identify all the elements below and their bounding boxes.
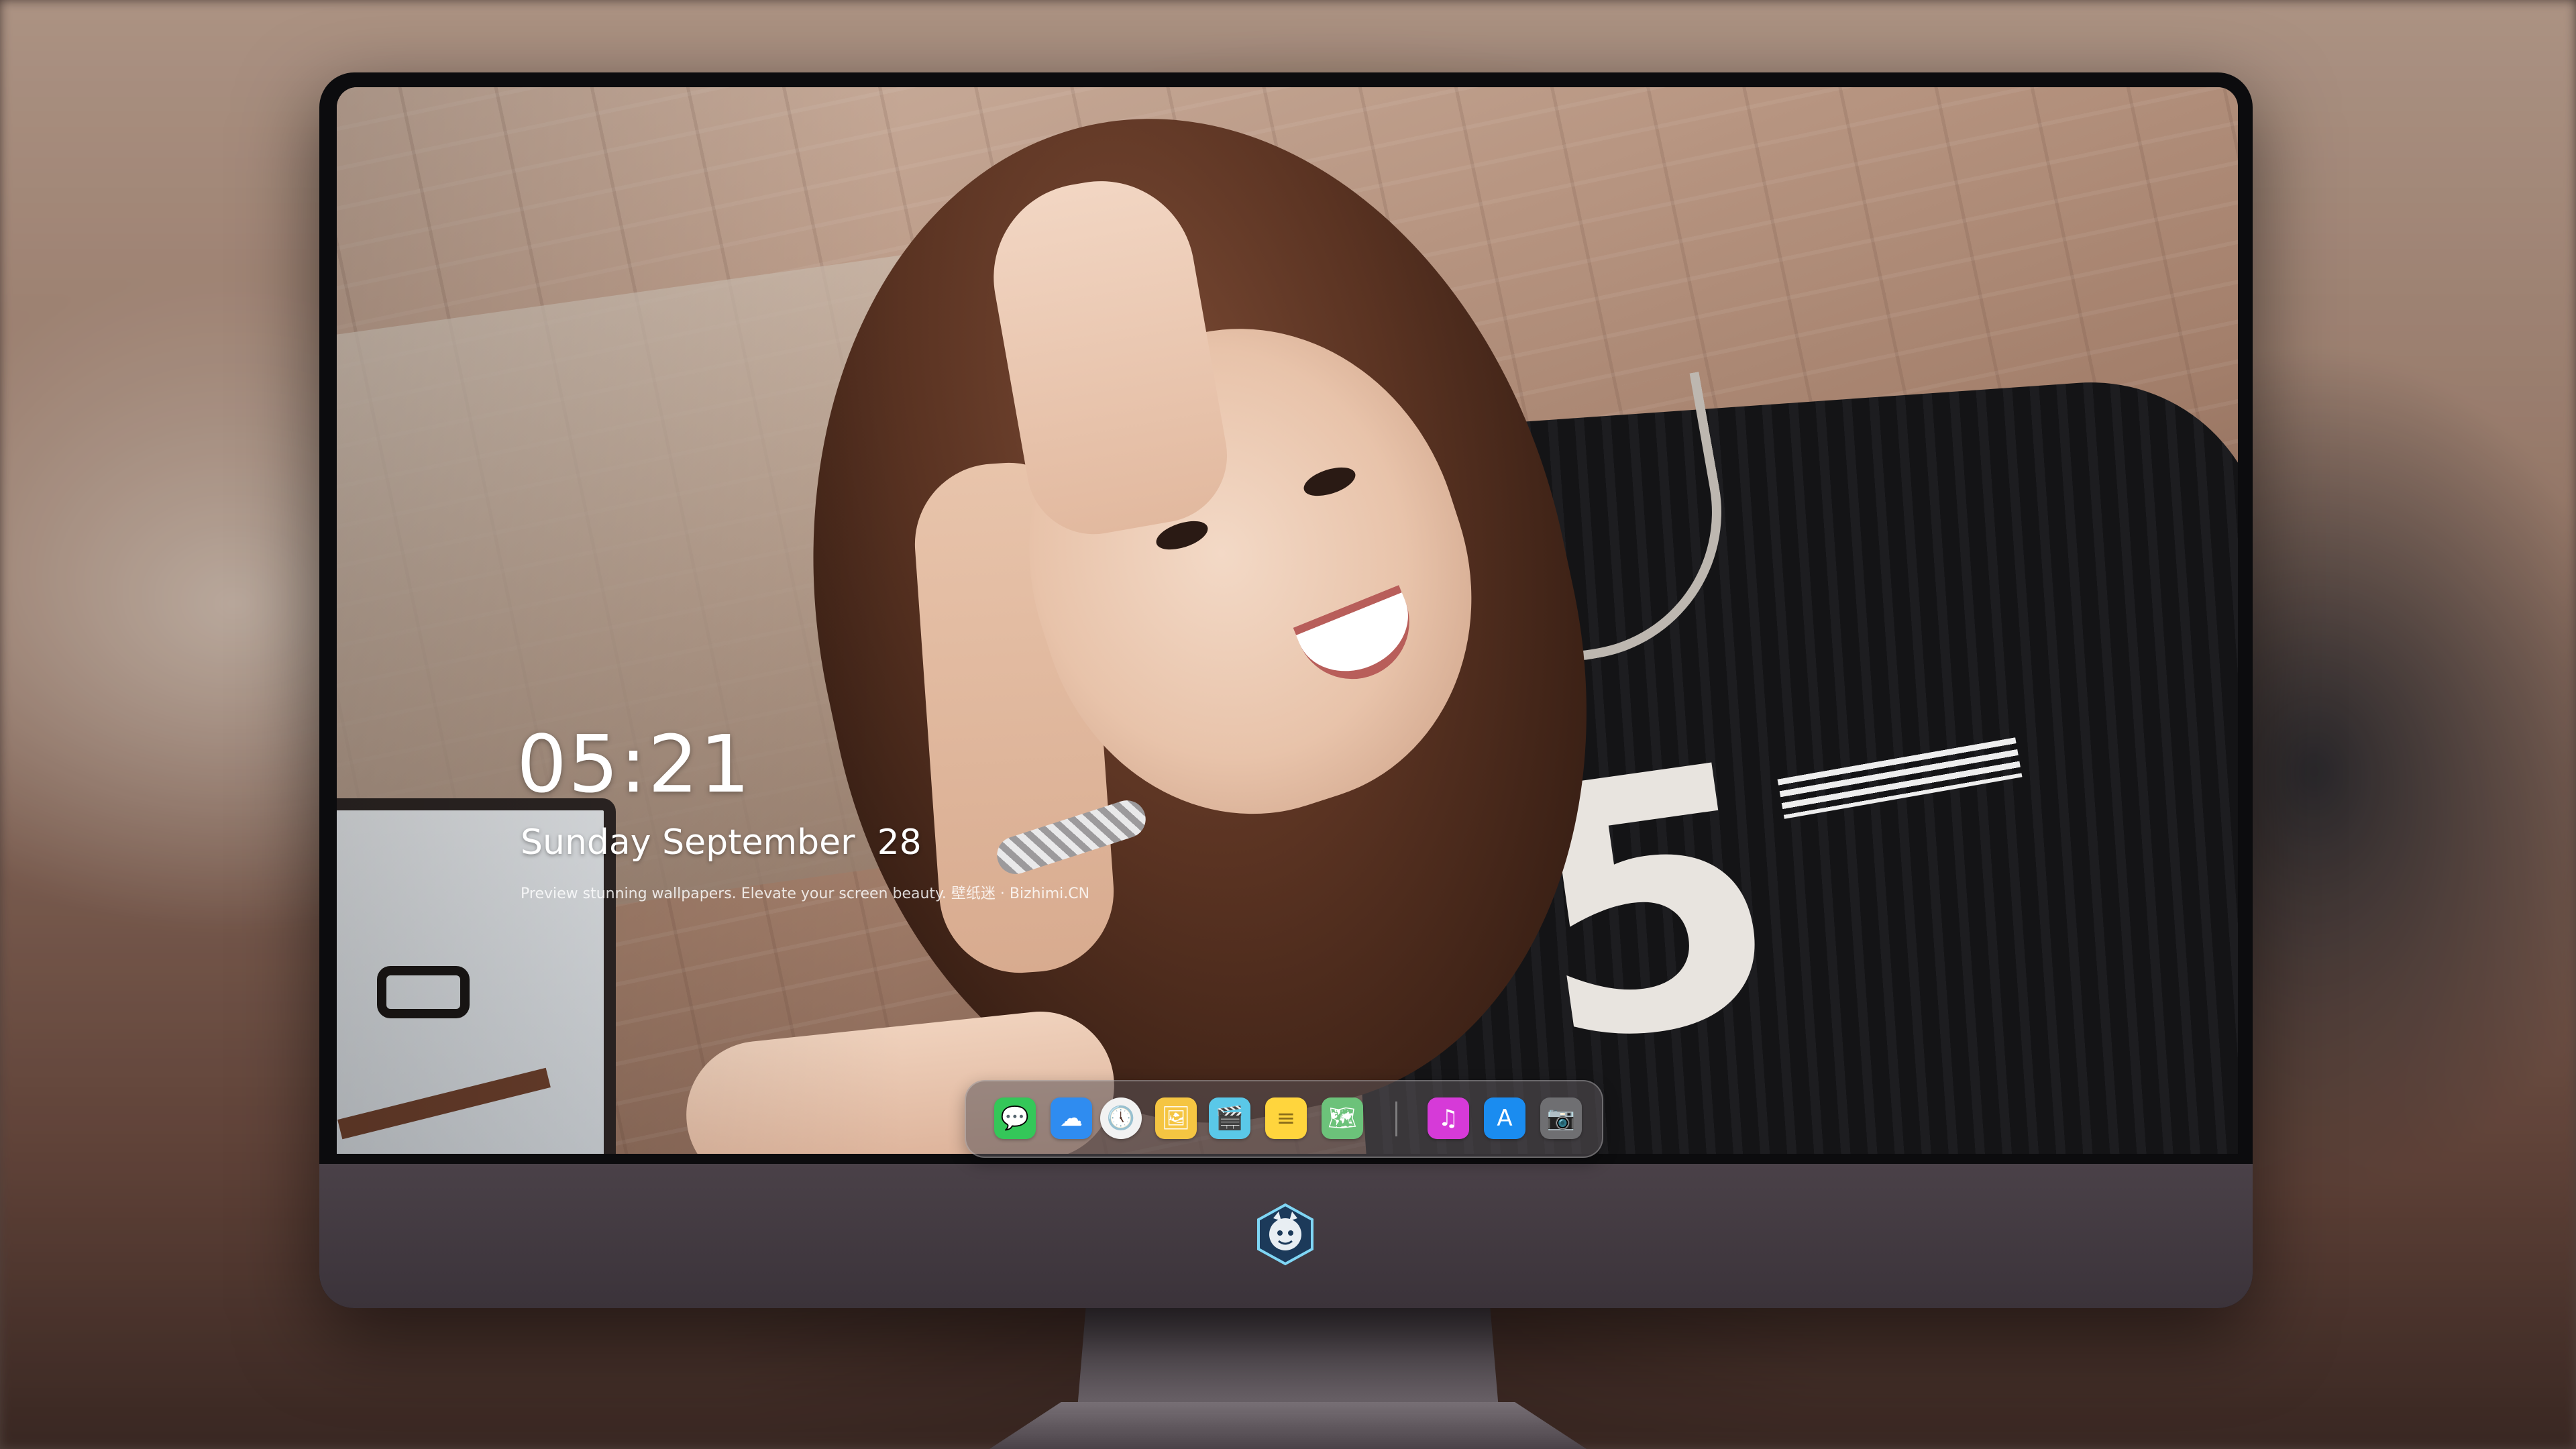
monitor-stand-neck	[1077, 1308, 1499, 1409]
app-store-icon[interactable]: A	[1484, 1097, 1525, 1139]
lock-date: Sunday September 28	[521, 822, 922, 863]
brand-logo-icon	[1257, 1203, 1313, 1266]
screen-vignette	[337, 87, 2238, 1154]
messages-icon[interactable]: 💬	[994, 1097, 1036, 1139]
clock-icon[interactable]: 🕔	[1100, 1097, 1142, 1139]
music-icon[interactable]: ♫	[1428, 1097, 1469, 1139]
video-icon[interactable]: 🎬	[1209, 1097, 1250, 1139]
lock-tagline: Preview stunning wallpapers. Elevate you…	[521, 885, 1090, 902]
weather-icon[interactable]: ☁	[1051, 1097, 1092, 1139]
dock-separator	[1395, 1102, 1397, 1136]
preview-icon[interactable]: 🖼	[1155, 1097, 1197, 1139]
lock-clock: 05:21	[517, 718, 752, 810]
maps-icon[interactable]: 🗺	[1322, 1097, 1363, 1139]
desktop-screen: 5	[337, 87, 2238, 1154]
camera-icon[interactable]: 📷	[1540, 1097, 1582, 1139]
monitor-stand-base	[989, 1402, 1587, 1449]
notes-icon[interactable]: ≡	[1265, 1097, 1307, 1139]
